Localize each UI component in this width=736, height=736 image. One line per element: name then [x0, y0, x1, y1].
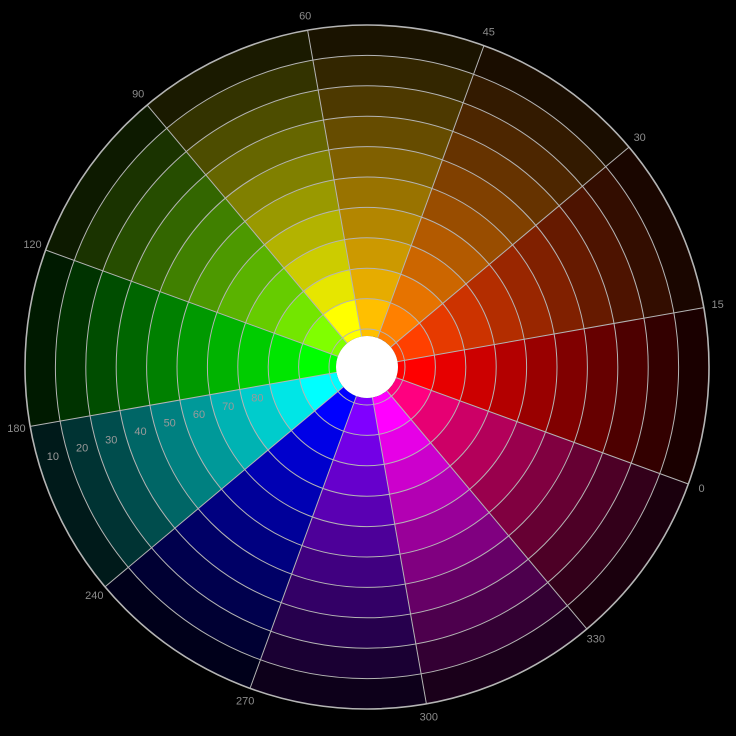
ring-brightness-label: 20 [76, 443, 88, 455]
center-white-circle [336, 336, 398, 398]
hue-label: 30 [634, 132, 646, 144]
hue-label: 120 [23, 239, 41, 251]
hue-label: 90 [132, 88, 144, 100]
color-wheel-svg: 0 15 30 45 60 90 120 180 240 270 300 330 10 20 30 40 50… [7, 10, 724, 724]
ring-brightness-label: 40 [134, 426, 146, 438]
ring-brightness-label: 70 [222, 401, 234, 413]
hue-label: 15 [711, 299, 723, 311]
color-wheel-diagram: 0 15 30 45 60 90 120 180 240 270 300 330 10 20 30 40 50… [0, 0, 736, 736]
hue-label: 270 [236, 696, 254, 708]
hue-label: 330 [587, 634, 605, 646]
ring-brightness-label: 50 [164, 418, 176, 430]
hue-label: 60 [299, 10, 311, 22]
hue-label: 180 [7, 423, 25, 435]
hue-label: 240 [85, 590, 103, 602]
ring-brightness-label: 60 [193, 409, 205, 421]
ring-brightness-label: 80 [251, 392, 263, 404]
hue-label: 45 [483, 27, 495, 39]
hue-label: 0 [698, 483, 704, 495]
ring-brightness-label: 30 [105, 434, 117, 446]
hue-label: 300 [420, 712, 438, 724]
ring-brightness-label: 10 [47, 451, 59, 463]
